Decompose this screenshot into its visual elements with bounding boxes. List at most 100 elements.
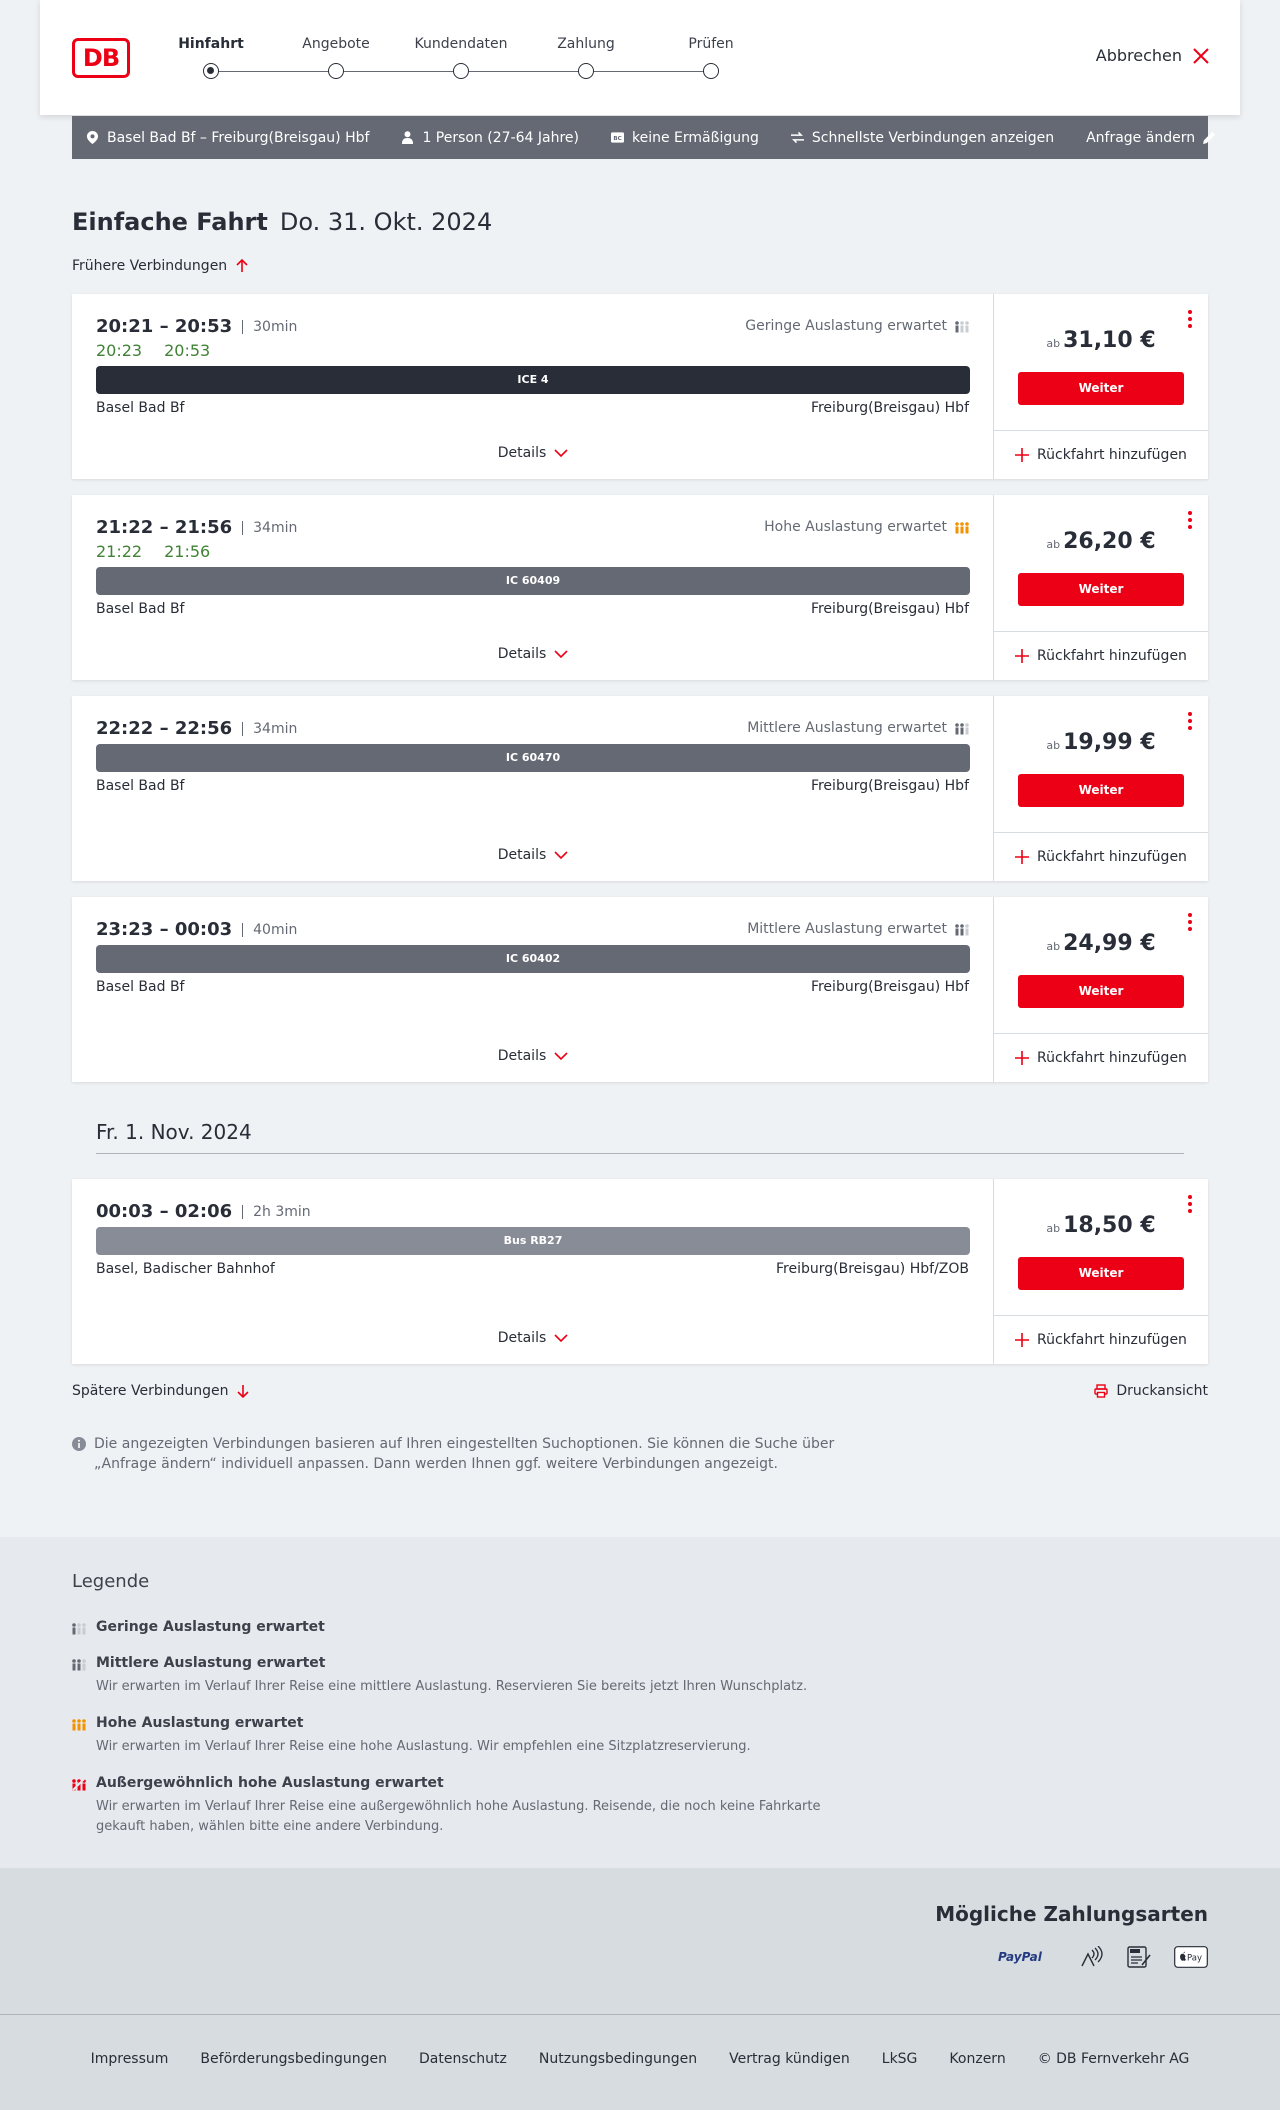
add-return-button[interactable]: Rückfahrt hinzufügen <box>994 832 1208 881</box>
pencil-icon <box>1203 131 1216 144</box>
footer-links: Impressum Beförderungsbedingungen Datens… <box>0 2051 1280 2067</box>
details-toggle[interactable]: Details <box>72 847 994 863</box>
occupancy-label: Hohe Auslastung erwartet <box>764 519 947 535</box>
earlier-connections-link[interactable]: Frühere Verbindungen <box>72 258 249 274</box>
legend-item-exceptional: Außergewöhnlich hohe Auslastung erwartet… <box>72 1775 852 1837</box>
legend-item-high: Hohe Auslastung erwartet Wir erwarten im… <box>72 1715 852 1757</box>
footer-link-impressum[interactable]: Impressum <box>91 2051 169 2067</box>
more-options-icon[interactable] <box>1188 310 1192 328</box>
details-toggle[interactable]: Details <box>72 1048 994 1064</box>
info-note: Die angezeigten Verbindungen basieren au… <box>72 1434 852 1474</box>
details-toggle[interactable]: Details <box>72 445 994 461</box>
realtime-departure: 20:23 <box>96 341 143 360</box>
train-bar[interactable]: IC 60409 <box>96 567 970 595</box>
step-kundendaten: Kundendaten <box>414 36 508 52</box>
connection-card: 20:21 – 20:53 30min 20:23 20:53 Geringe … <box>72 294 1208 479</box>
price-panel: ab 24,99 € Weiter Rückfahrt hinzufügen <box>994 897 1208 1082</box>
divider <box>242 922 244 937</box>
continue-button[interactable]: Weiter <box>1018 975 1184 1008</box>
occupancy-indicator: Hohe Auslastung erwartet <box>764 519 969 535</box>
connection-times: 21:22 – 21:56 34min <box>96 517 297 538</box>
legend-title: Legende <box>72 1571 150 1592</box>
train-bar[interactable]: ICE 4 <box>96 366 970 394</box>
footer-link-datenschutz[interactable]: Datenschutz <box>419 2051 507 2067</box>
connection-times: 20:21 – 20:53 30min <box>96 316 297 337</box>
continue-button[interactable]: Weiter <box>1018 573 1184 606</box>
later-connections-link[interactable]: Spätere Verbindungen <box>72 1383 250 1399</box>
svg-text:PayPal: PayPal <box>998 1950 1043 1964</box>
plus-icon <box>1015 1333 1030 1347</box>
price-prefix: ab <box>1046 538 1061 551</box>
date-separator: Fr. 1. Nov. 2024 <box>96 1120 1184 1154</box>
search-summary-bar: Basel Bad Bf – Freiburg(Breisgau) Hbf 1 … <box>72 116 1216 159</box>
page-title: Einfache Fahrt Do. 31. Okt. 2024 <box>72 208 492 236</box>
db-logo[interactable]: DB <box>72 38 130 78</box>
add-return-button[interactable]: Rückfahrt hinzufügen <box>994 430 1208 479</box>
add-return-button[interactable]: Rückfahrt hinzufügen <box>994 631 1208 680</box>
destination-station: Freiburg(Breisgau) Hbf <box>810 778 969 794</box>
details-label: Details <box>497 646 547 662</box>
more-options-icon[interactable] <box>1188 712 1192 730</box>
departure-arrival-time: 22:22 – 22:56 <box>96 718 233 739</box>
bus-bar[interactable]: Bus RB27 <box>96 1227 970 1255</box>
chevron-down-icon <box>554 1052 568 1061</box>
divider <box>242 520 244 535</box>
occupancy-label: Mittlere Auslastung erwartet <box>747 720 947 736</box>
price-panel: ab 31,10 € Weiter Rückfahrt hinzufügen <box>994 294 1208 479</box>
plus-icon <box>1015 850 1030 864</box>
details-label: Details <box>497 1330 547 1346</box>
connection-card: 23:23 – 00:03 40min Mittlere Auslastung … <box>72 897 1208 1082</box>
footer: Impressum Beförderungsbedingungen Datens… <box>0 2015 1280 2110</box>
continue-button[interactable]: Weiter <box>1018 1257 1184 1290</box>
edit-search-button[interactable]: Anfrage ändern <box>1086 130 1216 146</box>
person-icon <box>402 131 414 144</box>
footer-link-vertrag-kuendigen[interactable]: Vertrag kündigen <box>729 2051 850 2067</box>
price-value: 31,10 € <box>1063 328 1156 353</box>
footer-link-lksg[interactable]: LkSG <box>882 2051 918 2067</box>
connection-info: 00:03 – 02:06 2h 3min Bus RB27 Basel, Ba… <box>72 1179 994 1364</box>
step-hinfahrt: Hinfahrt <box>178 36 244 52</box>
train-bar[interactable]: IC 60470 <box>96 744 970 772</box>
origin-station: Basel Bad Bf <box>96 601 185 617</box>
cancel-button[interactable]: Abbrechen <box>1096 46 1210 65</box>
origin-station: Basel Bad Bf <box>96 778 185 794</box>
realtime-times: 20:23 20:53 <box>96 341 210 360</box>
footer-link-befoerderungsbedingungen[interactable]: Beförderungsbedingungen <box>200 2051 387 2067</box>
print-view-link[interactable]: Druckansicht <box>1094 1383 1208 1399</box>
details-toggle[interactable]: Details <box>72 1330 994 1346</box>
add-return-button[interactable]: Rückfahrt hinzufügen <box>994 1315 1208 1364</box>
more-options-icon[interactable] <box>1188 511 1192 529</box>
price-panel: ab 19,99 € Weiter Rückfahrt hinzufügen <box>994 696 1208 881</box>
realtime-times: 21:22 21:56 <box>96 542 210 561</box>
step-dot-pruefen <box>703 63 719 79</box>
connection-info: 20:21 – 20:53 30min 20:23 20:53 Geringe … <box>72 294 994 479</box>
legend-item-title: Mittlere Auslastung erwartet <box>96 1655 326 1671</box>
chevron-down-icon <box>554 1334 568 1343</box>
duration: 40min <box>253 921 298 938</box>
occupancy-medium-icon <box>955 924 969 936</box>
occupancy-medium-icon <box>72 1659 86 1671</box>
payment-title: Mögliche Zahlungsarten <box>935 1902 1208 1926</box>
route-summary: Basel Bad Bf – Freiburg(Breisgau) Hbf <box>86 130 369 146</box>
footer-link-konzern[interactable]: Konzern <box>949 2051 1005 2067</box>
more-options-icon[interactable] <box>1188 1195 1192 1213</box>
price-value: 19,99 € <box>1063 730 1156 755</box>
step-dot-zahlung <box>578 63 594 79</box>
info-icon <box>72 1437 86 1451</box>
add-return-label: Rückfahrt hinzufügen <box>1037 849 1187 865</box>
details-toggle[interactable]: Details <box>72 646 994 662</box>
continue-button[interactable]: Weiter <box>1018 774 1184 807</box>
continue-button[interactable]: Weiter <box>1018 372 1184 405</box>
train-bar[interactable]: IC 60402 <box>96 945 970 973</box>
add-return-button[interactable]: Rückfahrt hinzufügen <box>994 1033 1208 1082</box>
occupancy-indicator: Mittlere Auslastung erwartet <box>747 720 969 736</box>
legend-item-low: Geringe Auslastung erwartet <box>72 1619 852 1635</box>
persons-summary: 1 Person (27-64 Jahre) <box>401 130 579 146</box>
more-options-icon[interactable] <box>1188 913 1192 931</box>
legend-item-title: Geringe Auslastung erwartet <box>96 1619 325 1635</box>
header: DB Hinfahrt Angebote Kundendaten Zahlung… <box>40 0 1240 115</box>
realtime-departure: 21:22 <box>96 542 143 561</box>
footer-link-nutzungsbedingungen[interactable]: Nutzungsbedingungen <box>539 2051 697 2067</box>
departure-arrival-time: 23:23 – 00:03 <box>96 919 233 940</box>
persons-text: 1 Person (27-64 Jahre) <box>422 129 579 146</box>
